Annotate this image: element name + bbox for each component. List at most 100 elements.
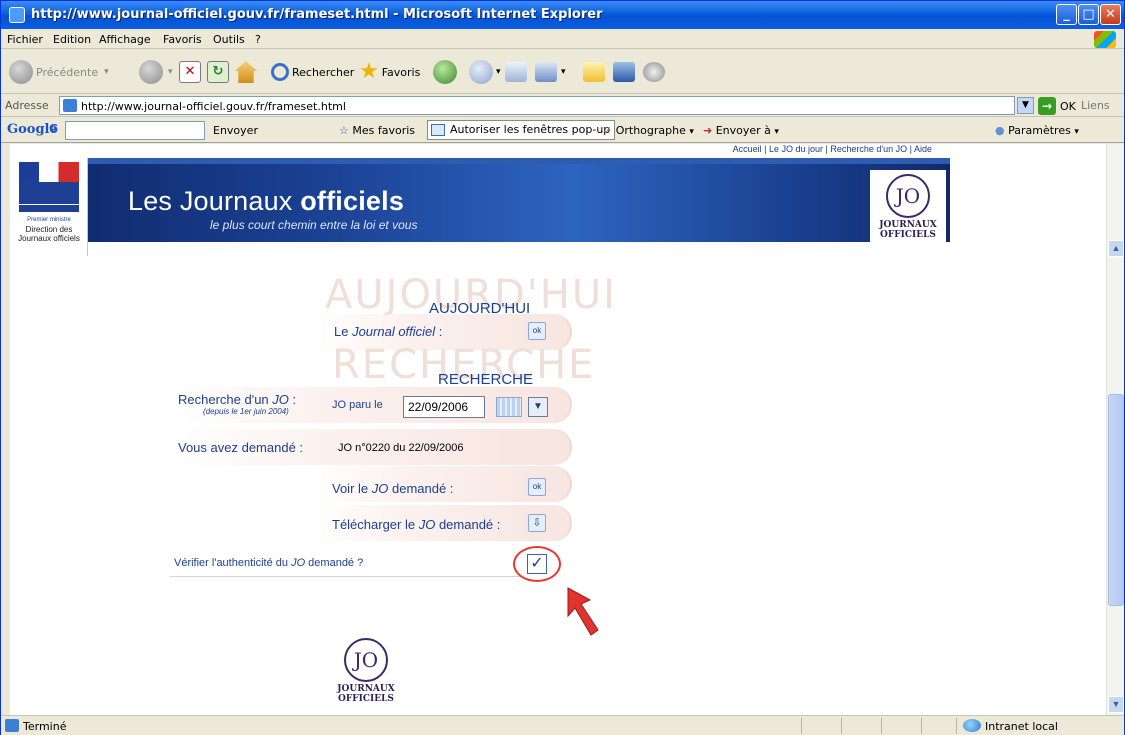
view-label: Voir le JO demandé : [332,481,454,496]
messenger-icon [643,62,665,82]
jo-logo: JO JOURNAUX OFFICIELS [870,170,946,250]
messenger-button[interactable] [643,58,665,86]
mail-dropdown-icon: ▾ [496,67,501,77]
search-label: Recherche d'un JO : [178,392,297,407]
menu-bar: Fichier Edition Affichage Favoris Outils… [1,29,1124,49]
menu-affichage[interactable]: Affichage [99,33,151,46]
view-ok-button[interactable]: ok [528,478,546,496]
site-header: Premier ministre Direction des Journaux … [10,158,950,256]
maximize-button[interactable]: □ [1078,4,1099,25]
print-button[interactable] [505,58,527,86]
google-favorites-button[interactable]: ☆ Mes favoris [339,124,415,137]
status-bar: Terminé Intranet local [1,715,1124,735]
date-dropdown-button[interactable]: ▼ [528,397,548,417]
refresh-icon: ↻ [207,61,229,83]
send-to-button[interactable]: ➜ Envoyer à ▾ [703,124,779,137]
menu-favoris[interactable]: Favoris [163,33,202,46]
search-section-title: RECHERCHE [438,371,534,388]
asked-value: JO n°0220 du 22/09/2006 [338,442,464,454]
research-button[interactable] [613,58,635,86]
site-top-links[interactable]: Accueil | Le JO du jour | Recherche d'un… [10,144,940,158]
page-icon [63,99,77,112]
search-icon [271,63,289,81]
title-bar: http://www.journal-officiel.gouv.fr/fram… [1,1,1124,29]
print-icon [505,62,527,82]
verify-label: Vérifier l'authenticité du JO demandé ? [174,557,364,569]
google-star-icon: ☆ [339,124,349,137]
home-icon [235,61,257,83]
today-label: Le Journal officiel : [334,324,443,339]
folder-button[interactable] [583,58,605,86]
spellcheck-icon: ✓ [603,124,613,137]
security-zone-text: Intranet local [985,720,1058,733]
site-title: Les Journaux officiels [128,186,405,216]
scroll-thumb[interactable] [1108,394,1124,606]
folder-icon [583,62,605,82]
page-content: Accueil | Le JO du jour | Recherche d'un… [10,144,1106,715]
history-button[interactable] [433,58,457,86]
send-to-icon: ➜ [703,124,713,137]
republique-francaise-logo: Premier ministre Direction des Journaux … [10,158,88,256]
vertical-scrollbar[interactable]: ▲ ▼ [1106,144,1124,715]
spellcheck-button[interactable]: ✓ Orthographe ▾ [603,124,694,137]
ie-icon [9,7,25,23]
back-arrow-icon [9,60,33,84]
stop-icon: ✕ [179,61,201,83]
download-button[interactable]: ⇩ [528,514,546,532]
search-note: (depuis le 1er juin 2004) [203,407,289,416]
menu-edition[interactable]: Edition [53,33,91,46]
site-subtitle: le plus court chemin entre la loi et vou… [210,218,418,232]
favorites-star-icon: ★ [359,59,379,84]
edit-button[interactable]: ▾ [535,58,566,86]
mail-button[interactable]: ▾ [469,58,501,86]
calendar-button[interactable] [496,397,522,417]
status-text: Terminé [23,720,67,733]
windows-logo-icon [1094,31,1116,48]
google-send-button[interactable]: Envoyer [213,124,258,137]
settings-button[interactable]: ● Paramètres ▾ [995,124,1079,137]
refresh-button[interactable]: ↻ [207,58,229,86]
highlight-circle [513,546,561,582]
research-icon [613,62,635,82]
stop-button[interactable]: ✕ [179,58,201,86]
go-button[interactable]: → OK [1038,97,1076,115]
google-menu-button[interactable]: G [49,122,58,135]
menu-help[interactable]: ? [255,33,261,46]
menu-fichier[interactable]: Fichier [7,33,43,46]
history-icon [433,60,457,84]
close-button[interactable]: ✕ [1100,4,1121,25]
forward-button[interactable]: ▾ [139,58,173,86]
window-title: http://www.journal-officiel.gouv.fr/fram… [31,7,603,22]
back-button[interactable]: Précédente ▾ [9,58,109,86]
menu-outils[interactable]: Outils [213,33,245,46]
back-dropdown-icon: ▾ [104,67,109,77]
intranet-zone-icon [963,719,981,732]
favorites-button[interactable]: ★ Favoris [359,58,420,86]
today-ok-button[interactable]: ok [528,322,546,340]
page-done-icon [5,719,19,732]
address-dropdown-button[interactable]: ▼ [1017,97,1034,114]
edit-icon [535,62,557,82]
address-bar: Adresse http://www.journal-officiel.gouv… [1,95,1124,117]
links-button[interactable]: Liens [1081,99,1110,112]
date-input[interactable]: 22/09/2006 [403,396,485,418]
date-label: JO paru le [332,399,383,411]
search-button[interactable]: Rechercher [271,58,354,86]
edit-dropdown-icon: ▾ [561,67,566,77]
address-label: Adresse [5,99,49,112]
minimize-button[interactable]: _ [1056,4,1077,25]
address-input[interactable]: http://www.journal-officiel.gouv.fr/fram… [59,96,1015,115]
home-button[interactable] [235,58,257,86]
footer-jo-logo: JO JOURNAUX OFFICIELS [328,634,404,704]
google-search-input[interactable] [65,121,205,140]
pointer-arrow-icon [567,587,599,636]
scroll-down-button[interactable]: ▼ [1108,696,1124,713]
popup-allow-button[interactable]: Autoriser les fenêtres pop-up [427,120,616,140]
forward-dropdown-icon: ▾ [168,67,173,77]
go-arrow-icon: → [1038,97,1056,115]
asked-label: Vous avez demandé : [178,440,304,455]
scroll-up-button[interactable]: ▲ [1108,240,1124,257]
mail-icon [469,60,493,84]
forward-arrow-icon [139,60,163,84]
google-toolbar: Google G Envoyer ☆ Mes favoris Autoriser… [1,118,1124,143]
